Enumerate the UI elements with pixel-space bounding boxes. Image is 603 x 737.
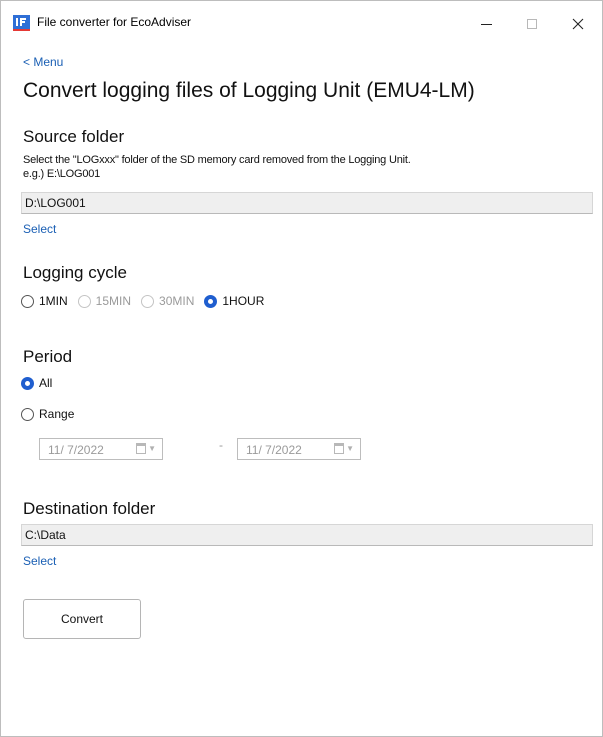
page-title: Convert logging files of Logging Unit (E…	[23, 79, 475, 102]
period-all-label[interactable]: All	[39, 376, 52, 390]
range-to-date[interactable]: 11/ 7/2022 ▼	[237, 438, 361, 460]
date-range-separator: -	[219, 438, 223, 452]
destination-folder-field[interactable]: C:\Data	[21, 524, 593, 546]
period-range-option[interactable]: Range	[21, 407, 84, 421]
source-folder-title: Source folder	[23, 127, 125, 146]
calendar-icon	[136, 443, 147, 454]
logging-cycle-title: Logging cycle	[23, 263, 127, 282]
app-logo-icon	[13, 15, 30, 31]
range-to-calendar-button[interactable]: ▼	[334, 443, 354, 454]
minimize-button[interactable]	[463, 1, 509, 47]
source-select-link[interactable]: Select	[23, 222, 56, 236]
cycle-15min-radio	[77, 294, 91, 308]
destination-folder-title: Destination folder	[23, 499, 156, 518]
range-from-date[interactable]: 11/ 7/2022 ▼	[39, 438, 163, 460]
menu-back-link[interactable]: < Menu	[23, 55, 63, 69]
cycle-1min-radio[interactable]	[21, 294, 34, 308]
calendar-icon	[334, 443, 345, 454]
source-folder-example: e.g.) E:\LOG001	[23, 168, 101, 180]
source-folder-field[interactable]: D:\LOG001	[21, 192, 593, 214]
period-title: Period	[23, 347, 73, 366]
cycle-1min-label[interactable]: 1MIN	[39, 294, 68, 308]
close-icon	[572, 18, 584, 30]
destination-select-link[interactable]: Select	[23, 554, 56, 568]
minimize-icon	[480, 23, 492, 25]
convert-button[interactable]: Convert	[23, 599, 141, 639]
period-all-option[interactable]: All	[21, 376, 62, 390]
maximize-button[interactable]	[509, 1, 555, 47]
cycle-1hour-radio[interactable]	[204, 294, 218, 308]
period-all-radio[interactable]	[21, 376, 34, 390]
cycle-30min-radio	[141, 294, 155, 308]
close-button[interactable]	[555, 1, 601, 47]
source-folder-hint: Select the "LOGxxx" folder of the SD mem…	[23, 154, 411, 166]
chevron-down-icon: ▼	[346, 444, 354, 453]
range-from-calendar-button[interactable]: ▼	[136, 443, 156, 454]
window-title: File converter for EcoAdviser	[37, 15, 192, 29]
cycle-15min-label: 15MIN	[95, 294, 132, 308]
cycle-30min-label: 30MIN	[159, 294, 195, 308]
cycle-1hour-label[interactable]: 1HOUR	[222, 294, 264, 308]
period-range-label[interactable]: Range	[39, 407, 74, 421]
app-window: File converter for EcoAdviser < Menu Con…	[0, 0, 603, 737]
logging-cycle-options: 1MIN 15MIN 30MIN 1HOUR	[21, 294, 274, 308]
title-bar[interactable]: File converter for EcoAdviser	[1, 1, 602, 47]
range-to-date-value: 11/ 7/2022	[246, 443, 302, 457]
range-from-date-value: 11/ 7/2022	[48, 443, 104, 457]
period-range-radio[interactable]	[21, 407, 34, 421]
maximize-icon	[527, 19, 537, 29]
chevron-down-icon: ▼	[148, 444, 156, 453]
